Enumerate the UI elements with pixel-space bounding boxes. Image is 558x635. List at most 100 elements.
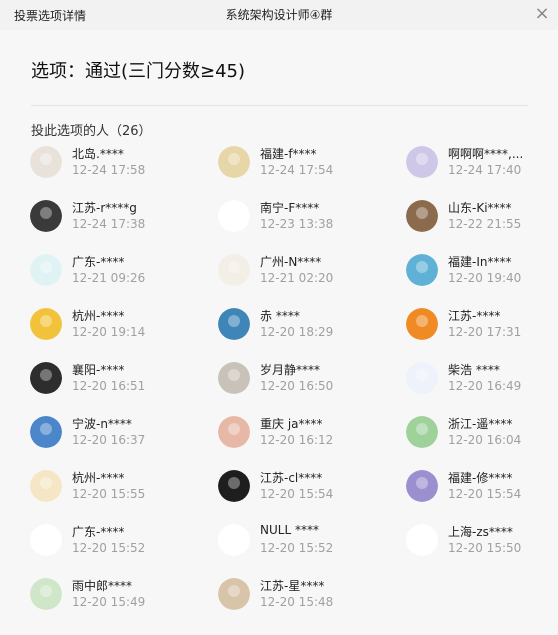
avatar[interactable]: [218, 524, 250, 556]
avatar-image: [406, 308, 438, 340]
avatar-image: [30, 200, 62, 232]
avatar[interactable]: [406, 524, 438, 556]
vote-time: 12-20 16:04: [448, 433, 522, 447]
avatar[interactable]: [30, 416, 62, 448]
vote-time: 12-20 16:12: [260, 433, 334, 447]
voter-name: 杭州-****: [72, 471, 125, 485]
avatar-bear-icon: [40, 261, 52, 273]
avatar[interactable]: [30, 308, 62, 340]
avatar[interactable]: [406, 146, 438, 178]
avatar[interactable]: [218, 254, 250, 286]
avatar[interactable]: [406, 416, 438, 448]
avatar-image: [218, 362, 250, 394]
voter-name: 赤 ****: [260, 309, 300, 323]
avatar[interactable]: [218, 200, 250, 232]
avatar-image: [406, 200, 438, 232]
vote-time: 12-20 15:48: [260, 595, 334, 609]
avatar[interactable]: [30, 578, 62, 610]
voter-item[interactable]: 南宁-F**** 12-23 13:38: [218, 196, 368, 236]
avatar-dragon-icon: [416, 369, 428, 381]
vote-time: 12-20 16:49: [448, 379, 522, 393]
voter-item[interactable]: 重庆 ja**** 12-20 16:12: [218, 412, 368, 452]
avatar-image: [218, 200, 250, 232]
avatar-image: [30, 362, 62, 394]
avatar[interactable]: [218, 146, 250, 178]
voter-item[interactable]: 江苏-**** 12-20 17:31: [406, 304, 556, 344]
avatar-sea-icon: [228, 315, 240, 327]
avatar-image: [406, 416, 438, 448]
close-icon[interactable]: ×: [532, 4, 552, 24]
voter-name: NULL ****: [260, 523, 319, 537]
avatar-image: [218, 524, 250, 556]
vote-time: 12-20 18:29: [260, 325, 334, 339]
avatar[interactable]: [30, 470, 62, 502]
avatar[interactable]: [406, 254, 438, 286]
avatar[interactable]: [218, 416, 250, 448]
voter-item[interactable]: 岁月静**** 12-20 16:50: [218, 358, 368, 398]
vote-time: 12-20 15:50: [448, 541, 522, 555]
group-name: 系统架构设计师④群: [225, 8, 333, 22]
vote-time: 12-20 15:52: [72, 541, 146, 555]
voter-item[interactable]: 襄阳-**** 12-20 16:51: [30, 358, 180, 398]
voter-name: 北岛.****: [72, 147, 124, 161]
voter-item[interactable]: NULL **** 12-20 15:52: [218, 520, 368, 560]
voter-name: 福建-In****: [448, 255, 512, 269]
avatar[interactable]: [30, 524, 62, 556]
voter-name: 江苏-r****g: [72, 201, 137, 215]
voter-item[interactable]: 北岛.**** 12-24 17:58: [30, 142, 180, 182]
voter-item[interactable]: 杭州-**** 12-20 15:55: [30, 466, 180, 506]
avatar-sky-icon: [40, 423, 52, 435]
avatar[interactable]: [406, 362, 438, 394]
avatar-image: [30, 146, 62, 178]
vote-time: 12-20 19:14: [72, 325, 146, 339]
voter-item[interactable]: 赤 **** 12-20 18:29: [218, 304, 368, 344]
vote-detail-panel: 选项：通过(三门分数≥45) 投此选项的人（26） 北岛.**** 12-24 1…: [0, 30, 558, 635]
avatar-cat-icon: [228, 369, 240, 381]
voter-item[interactable]: 浙江-遥**** 12-20 16:04: [406, 412, 556, 452]
avatar[interactable]: [218, 470, 250, 502]
voter-item[interactable]: 广东-**** 12-20 15:52: [30, 520, 180, 560]
voter-item[interactable]: 江苏-cl**** 12-20 15:54: [218, 466, 368, 506]
avatar[interactable]: [406, 308, 438, 340]
vote-time: 12-20 15:49: [72, 595, 146, 609]
avatar-figure-icon: [228, 153, 240, 165]
vote-time: 12-20 17:31: [448, 325, 522, 339]
voter-name: 南宁-F****: [260, 201, 320, 215]
voter-item[interactable]: 山东-Ki**** 12-22 21:55: [406, 196, 556, 236]
voter-item[interactable]: 江苏-r****g 12-24 17:38: [30, 196, 180, 236]
voter-item[interactable]: 上海-zs**** 12-20 15:50: [406, 520, 556, 560]
divider: [31, 105, 528, 106]
voters-count-label: 投此选项的人（26）: [31, 124, 152, 139]
avatar[interactable]: [30, 362, 62, 394]
voter-item[interactable]: 雨中郎**** 12-20 15:49: [30, 574, 180, 614]
avatar[interactable]: [30, 200, 62, 232]
voter-item[interactable]: 广东-**** 12-21 09:26: [30, 250, 180, 290]
vote-time: 12-20 15:55: [72, 487, 146, 501]
avatar[interactable]: [406, 200, 438, 232]
avatar[interactable]: [30, 254, 62, 286]
avatar[interactable]: [30, 146, 62, 178]
voter-name: 襄阳-****: [72, 363, 125, 377]
voter-item[interactable]: 福建-修**** 12-20 15:54: [406, 466, 556, 506]
avatar[interactable]: [218, 578, 250, 610]
voter-name: 福建-修****: [448, 471, 513, 485]
vote-time: 12-24 17:58: [72, 163, 146, 177]
avatar[interactable]: [218, 362, 250, 394]
voter-item[interactable]: 柴浩 **** 12-20 16:49: [406, 358, 556, 398]
avatar[interactable]: [218, 308, 250, 340]
avatar-anime-icon: [416, 477, 428, 489]
avatar[interactable]: [406, 470, 438, 502]
voter-item[interactable]: 广州-N**** 12-21 02:20: [218, 250, 368, 290]
vote-time: 12-24 17:54: [260, 163, 334, 177]
voter-item[interactable]: 杭州-**** 12-20 19:14: [30, 304, 180, 344]
voter-name: 宁波-n****: [72, 417, 132, 431]
voter-item[interactable]: 江苏-星**** 12-20 15:48: [218, 574, 368, 614]
avatar-image: [406, 146, 438, 178]
avatar-image: [30, 578, 62, 610]
voter-item[interactable]: 福建-In**** 12-20 19:40: [406, 250, 556, 290]
voter-item[interactable]: 宁波-n**** 12-20 16:37: [30, 412, 180, 452]
voter-item[interactable]: 福建-f**** 12-24 17:54: [218, 142, 368, 182]
avatar-dog-icon: [416, 207, 428, 219]
voter-item[interactable]: 啊啊啊****,... 12-24 17:40: [406, 142, 556, 182]
avatar-cake-icon: [228, 585, 240, 597]
